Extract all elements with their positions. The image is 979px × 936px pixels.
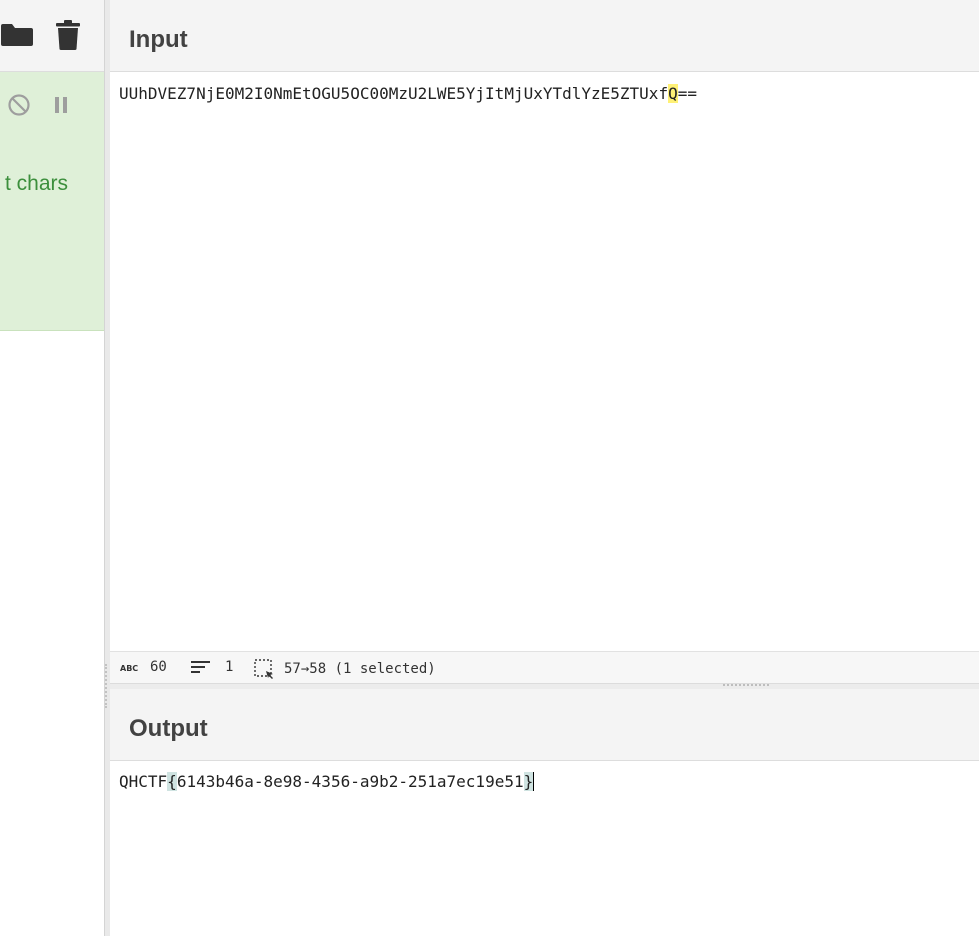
input-text-before: UUhDVEZ7NjE0M2I0NmEtOGU5OC00MzU2LWE5YjIt… <box>119 84 669 103</box>
vertical-splitter-handle[interactable] <box>105 664 107 708</box>
folder-icon[interactable] <box>1 20 33 48</box>
input-text: UUhDVEZ7NjE0M2I0NmEtOGU5OC00MzU2LWE5YjIt… <box>119 83 697 105</box>
app-root: t chars Input UUhDVEZ7NjE0M2I0NmEtOGU5OC… <box>0 0 979 936</box>
output-header: Output <box>110 689 979 761</box>
input-status-bar: ABC 60 1 57→58 (1 selected) <box>110 651 979 683</box>
input-text-after: == <box>677 84 697 103</box>
output-body: 6143b46a-8e98-4356-a9b2-251a7ec19e51 <box>176 772 524 791</box>
recipe-panel: t chars <box>0 0 104 936</box>
input-textarea[interactable]: UUhDVEZ7NjE0M2I0NmEtOGU5OC00MzU2LWE5YjIt… <box>110 73 979 650</box>
input-header: Input <box>110 0 979 72</box>
output-prefix: QHCTF <box>119 772 168 791</box>
line-count-value: 1 <box>225 659 234 675</box>
operation-arg-label: t chars <box>4 172 68 195</box>
horizontal-splitter-handle[interactable] <box>723 684 769 686</box>
abc-icon: ABC <box>120 661 140 673</box>
recipe-toolbar <box>0 0 104 72</box>
pause-icon[interactable] <box>53 93 69 117</box>
lines-icon <box>191 659 211 675</box>
input-selected-char: Q <box>668 84 678 103</box>
output-text: QHCTF{6143b46a-8e98-4356-a9b2-251a7ec19e… <box>119 771 535 793</box>
input-title: Input <box>129 26 188 53</box>
char-count-stat: ABC 60 <box>120 659 167 675</box>
disable-icon[interactable] <box>7 93 31 117</box>
output-textarea[interactable]: QHCTF{6143b46a-8e98-4356-a9b2-251a7ec19e… <box>110 761 979 936</box>
output-title: Output <box>129 715 208 742</box>
output-brace-open: { <box>167 772 177 791</box>
selection-icon <box>254 659 274 679</box>
svg-text:ABC: ABC <box>120 664 138 673</box>
output-brace-close: } <box>523 772 535 791</box>
selection-value: 57→58 (1 selected) <box>284 661 436 677</box>
trash-icon[interactable] <box>56 20 80 50</box>
selection-stat: 57→58 (1 selected) <box>254 659 436 679</box>
operation-block[interactable]: t chars <box>0 72 104 331</box>
char-count-value: 60 <box>150 659 167 675</box>
line-count-stat: 1 <box>191 659 233 675</box>
